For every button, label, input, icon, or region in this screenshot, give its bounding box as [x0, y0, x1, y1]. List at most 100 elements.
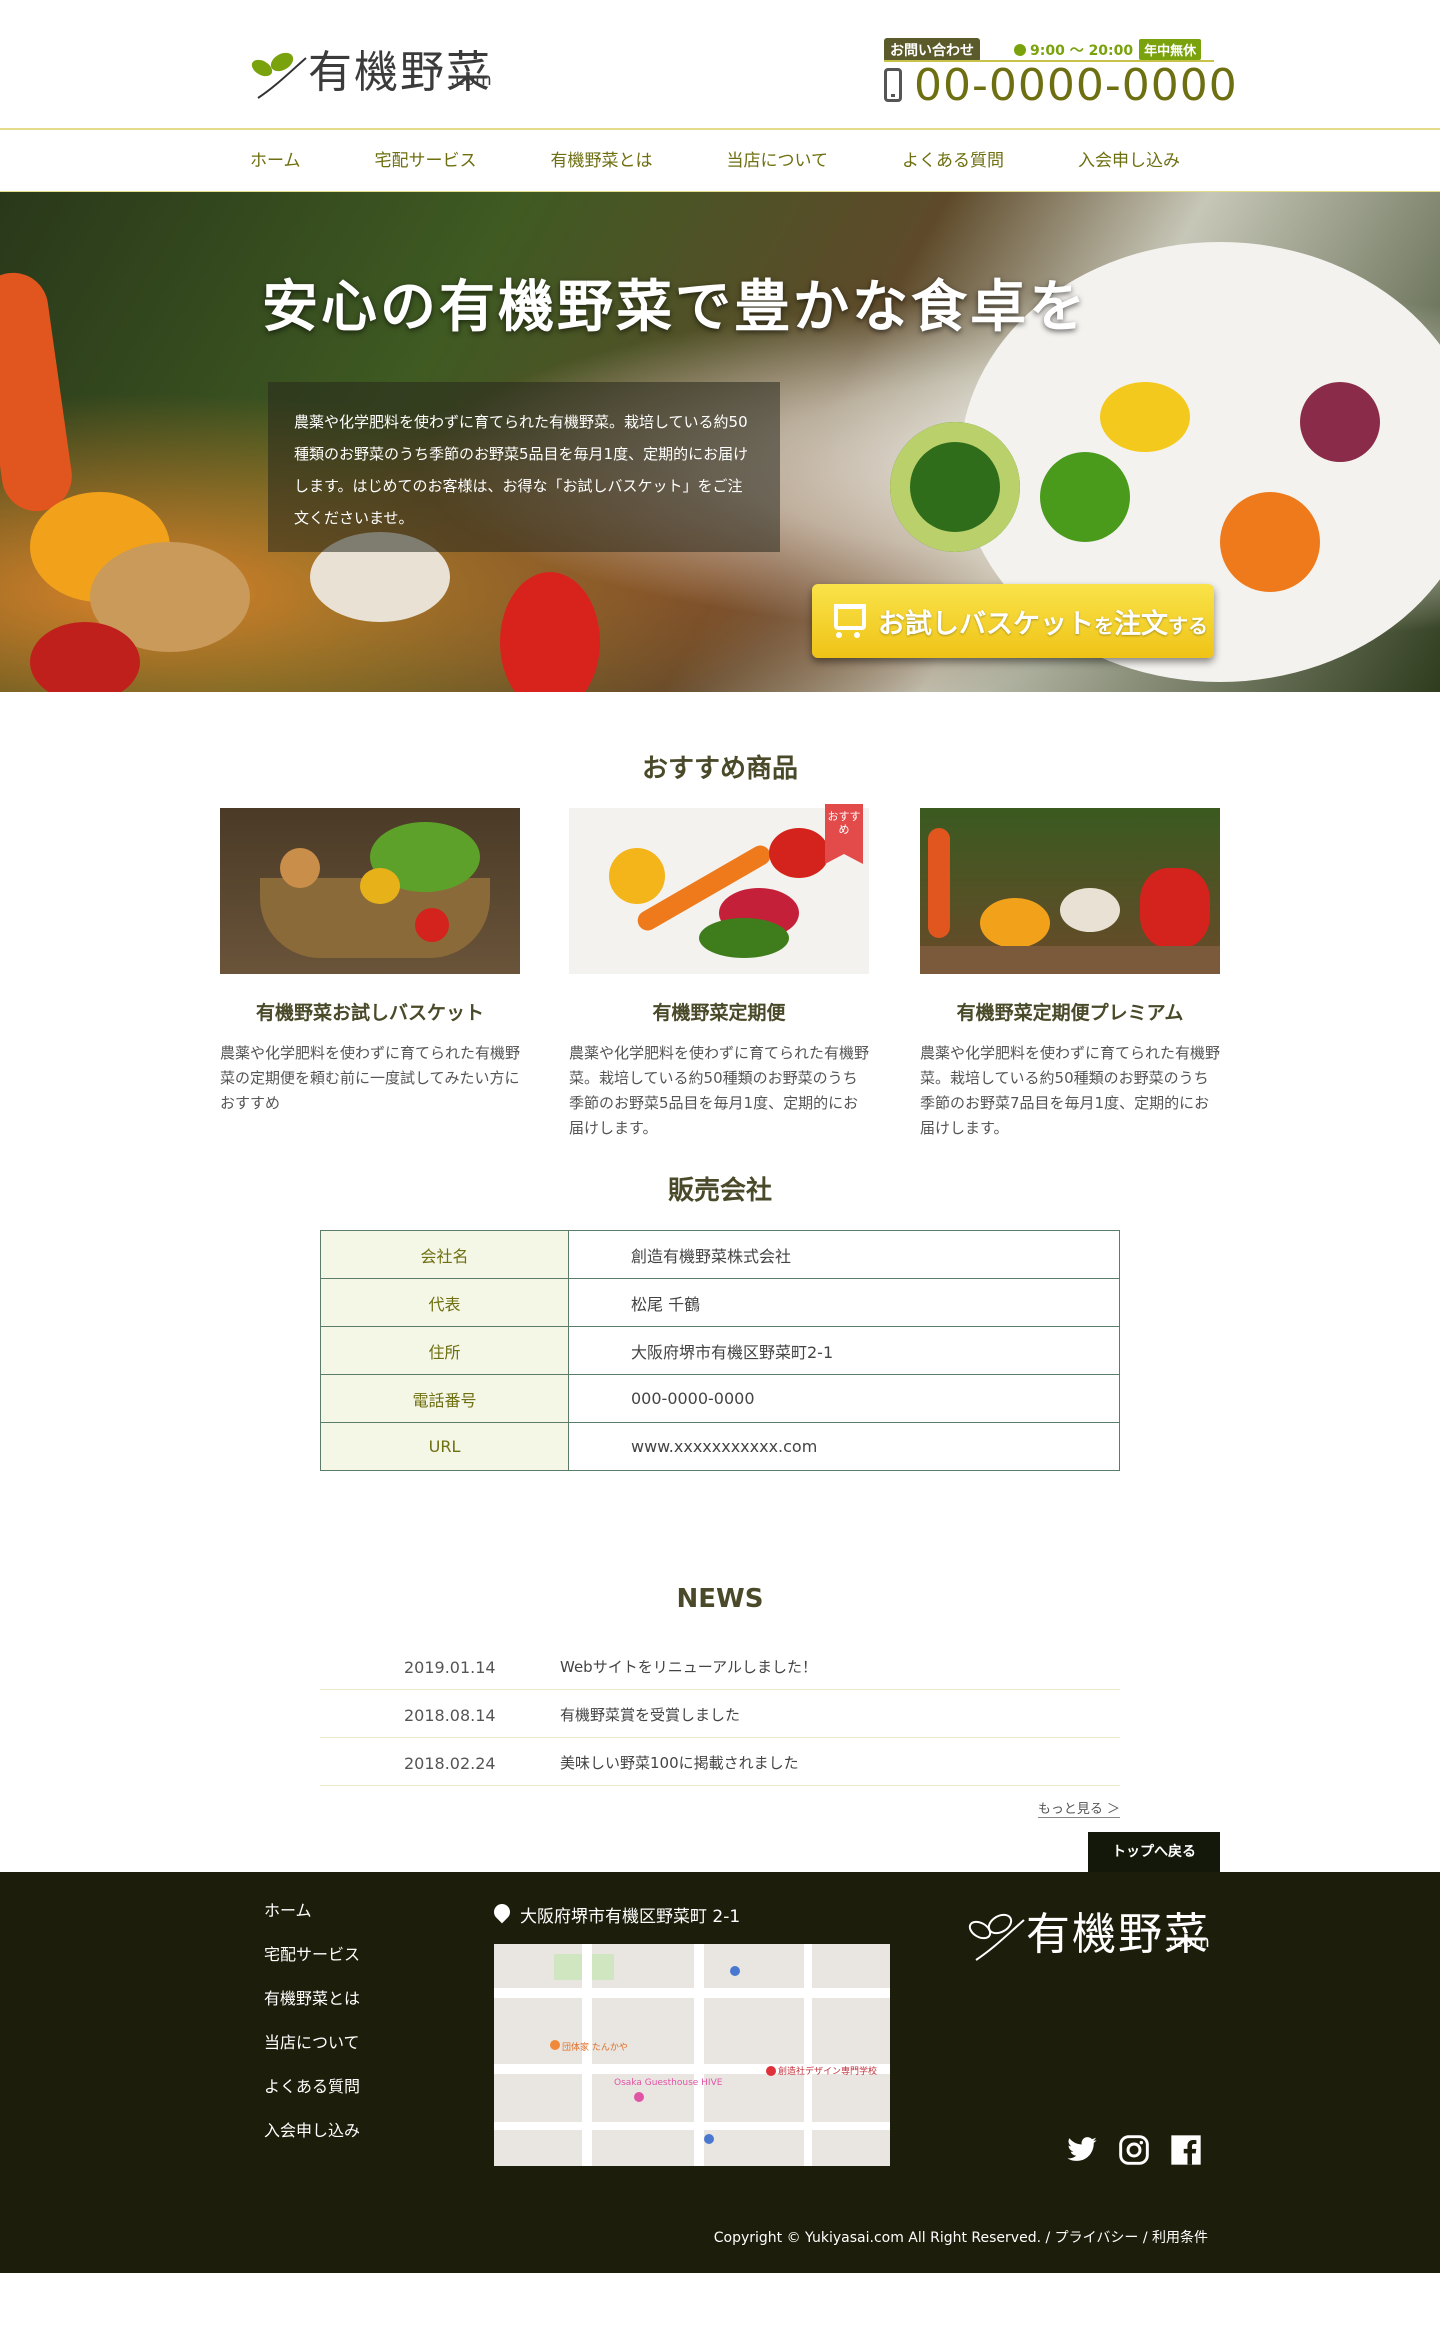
product-card-regular[interactable]: おすすめ 有機野菜定期便 農薬や化学肥料を使わずに育てられた有機野菜。栽培してい…: [569, 804, 869, 1141]
hero-image-skewer-carrot: [1220, 492, 1320, 592]
table-row: URL www.xxxxxxxxxxx.com: [320, 1422, 1120, 1471]
site-logo[interactable]: 有機野菜 .com: [248, 36, 492, 106]
news-text: 有機野菜賞を受賞しました: [560, 1706, 741, 1724]
nav-item-about-organic[interactable]: 有機野菜とは: [514, 130, 690, 192]
company-label: 電話番号: [320, 1374, 569, 1423]
footer-nav-home[interactable]: ホーム: [264, 1898, 360, 1942]
map-marker-icon: [550, 2040, 560, 2050]
company-label: 住所: [320, 1326, 569, 1375]
product-description: 農薬や化学肥料を使わずに育てられた有機野菜の定期便を頼む前に一度試してみたい方に…: [220, 1044, 521, 1112]
product-card-trial[interactable]: 有機野菜お試しバスケット 農薬や化学肥料を使わずに育てられた有機野菜の定期便を頼…: [220, 808, 520, 1116]
company-value: 創造有機野菜株式会社: [568, 1230, 1120, 1279]
map-label: 団体家 たんかや: [562, 2043, 628, 2053]
location-pin-icon: [490, 1900, 514, 1924]
map-marker-icon: [730, 1966, 740, 1976]
map-road: [804, 1944, 812, 2166]
logo-text: 有機野菜: [308, 47, 492, 98]
hero-image-yellow-pepper: [1100, 382, 1190, 452]
contact-label: お問い合わせ: [884, 38, 980, 62]
logo-text: 有機野菜: [1026, 1909, 1210, 1960]
footer-nav-signup[interactable]: 入会申し込み: [264, 2118, 360, 2162]
clock-icon: [1014, 44, 1026, 56]
phone-number[interactable]: 00-0000-0000: [914, 60, 1238, 111]
nav-item-signup[interactable]: 入会申し込み: [1041, 130, 1217, 192]
nav-item-faq[interactable]: よくある質問: [865, 130, 1041, 192]
logo-suffix: .com: [450, 70, 492, 90]
recommended-products: おすすめ商品 有機野菜お試しバスケット 農薬や化学肥料を使わずに育てられた有機野…: [0, 692, 1440, 1137]
news-date: 2019.01.14: [404, 1658, 496, 1677]
footer-logo[interactable]: 有機野菜 .com: [966, 1898, 1216, 1968]
footer-nav: ホーム 宅配サービス 有機野菜とは 当店について よくある質問 入会申し込み: [264, 1898, 360, 2162]
hours-text: 9:00 〜 20:00: [1030, 43, 1134, 59]
news-item[interactable]: 2018.08.14 有機野菜賞を受賞しました: [320, 1690, 1120, 1738]
main-nav: ホーム 宅配サービス 有機野菜とは 当店について よくある質問 入会申し込み: [0, 130, 1440, 192]
company-value: 000-0000-0000: [568, 1374, 1120, 1423]
footer-nav-about-organic[interactable]: 有機野菜とは: [264, 1986, 360, 2030]
cta-label: お試しバスケットを注文する: [878, 602, 1208, 641]
table-row: 会社名 創造有機野菜株式会社: [320, 1230, 1120, 1279]
copyright-text: Copyright © Yukiyasai.com All Right Rese…: [713, 2230, 1208, 2246]
company-label: URL: [320, 1422, 569, 1471]
recommended-ribbon: おすすめ: [825, 804, 863, 864]
hero-image-skewer-pepper: [1040, 452, 1130, 542]
contact-box: お問い合わせ 9:00 〜 20:00 年中無休 00-0000-0000: [884, 38, 1237, 111]
company-value: 大阪府堺市有機区野菜町2-1: [568, 1326, 1120, 1375]
phone-icon: [884, 68, 902, 102]
footer-nav-delivery[interactable]: 宅配サービス: [264, 1942, 360, 1986]
site-footer: ホーム 宅配サービス 有機野菜とは 当店について よくある質問 入会申し込み 大…: [0, 1872, 1440, 2273]
footer-nav-about-store[interactable]: 当店について: [264, 2030, 360, 2074]
logo-suffix: .com: [1168, 1932, 1210, 1952]
news-item[interactable]: 2018.02.24 美味しい野菜100に掲載されました: [320, 1738, 1120, 1786]
company-value: 松尾 千鶴: [568, 1278, 1120, 1327]
table-row: 電話番号 000-0000-0000: [320, 1374, 1120, 1423]
map-marker-icon: [634, 2092, 644, 2102]
product-image-basket: [220, 808, 520, 974]
cta-sub-text-2: する: [1168, 614, 1208, 638]
product-name: 有機野菜お試しバスケット: [255, 1002, 484, 1024]
news-date: 2018.08.14: [404, 1706, 496, 1725]
table-row: 代表 松尾 千鶴: [320, 1278, 1120, 1327]
company-label: 会社名: [320, 1230, 569, 1279]
facebook-icon[interactable]: [1170, 2134, 1202, 2166]
map-road: [694, 1944, 704, 2166]
open-badge: 年中無休: [1139, 39, 1202, 60]
news-list: 2019.01.14 Webサイトをリニューアルしました！ 2018.08.14…: [320, 1642, 1120, 1786]
news-more-link[interactable]: もっと見る ＞: [1037, 1798, 1120, 1818]
hero-title: 安心の有機野菜で豊かな食卓を: [262, 275, 1088, 340]
map-label: Osaka Guesthouse HIVE: [614, 2078, 723, 2088]
nav-item-about-store[interactable]: 当店について: [690, 130, 866, 192]
location-map[interactable]: 創造社デザイン専門学校 Osaka Guesthouse HIVE 団体家 たん…: [494, 1944, 890, 2166]
table-row: 住所 大阪府堺市有機区野菜町2-1: [320, 1326, 1120, 1375]
hero-banner: 安心の有機野菜で豊かな食卓を 農薬や化学肥料を使わずに育てられた有機野菜。栽培し…: [0, 192, 1440, 692]
news-section: NEWS 2019.01.14 Webサイトをリニューアルしました！ 2018.…: [0, 1492, 1440, 1872]
hero-image-tomato: [30, 622, 140, 692]
back-to-top-button[interactable]: トップへ戻る: [1088, 1832, 1220, 1872]
company-title: 販売会社: [667, 1176, 772, 1206]
map-road: [494, 1988, 890, 1998]
product-card-premium[interactable]: 有機野菜定期便プレミアム 農薬や化学肥料を使わずに育てられた有機野菜。栽培してい…: [920, 808, 1220, 1141]
news-item[interactable]: 2019.01.14 Webサイトをリニューアルしました！: [320, 1642, 1120, 1690]
company-table: 会社名 創造有機野菜株式会社 代表 松尾 千鶴 住所 大阪府堺市有機区野菜町2-1 電…: [320, 1230, 1120, 1471]
nav-item-delivery[interactable]: 宅配サービス: [338, 130, 514, 192]
cta-sub-text: を: [1094, 614, 1114, 638]
map-marker-icon: [704, 2134, 714, 2144]
map-road: [582, 1944, 592, 2166]
cta-main-text: お試しバスケット: [878, 609, 1094, 640]
nav-item-home[interactable]: ホーム: [250, 130, 338, 192]
hero-image-onion: [1300, 382, 1380, 462]
instagram-icon[interactable]: [1118, 2134, 1150, 2166]
news-title: NEWS: [676, 1584, 764, 1614]
company-value[interactable]: www.xxxxxxxxxxx.com: [568, 1422, 1120, 1471]
footer-nav-faq[interactable]: よくある質問: [264, 2074, 360, 2118]
news-date: 2018.02.24: [404, 1754, 496, 1773]
map-label: 創造社デザイン専門学校: [778, 2067, 878, 2077]
company-info: 販売会社 会社名 創造有機野菜株式会社 代表 松尾 千鶴 住所 大阪府堺市有機区野菜町…: [0, 1112, 1440, 1492]
site-header: 有機野菜 .com お問い合わせ 9:00 〜 20:00 年中無休 00-000…: [0, 0, 1440, 130]
order-trial-basket-button[interactable]: お試しバスケットを注文する: [812, 584, 1214, 658]
product-image-harvest: [920, 808, 1220, 974]
hero-description: 農薬や化学肥料を使わずに育てられた有機野菜。栽培している約50種類のお野菜のうち…: [294, 413, 749, 527]
map-road: [494, 2122, 890, 2130]
hero-image-carrot: [0, 268, 77, 516]
twitter-icon[interactable]: [1066, 2134, 1098, 2166]
product-image-vegetables: [569, 808, 869, 974]
